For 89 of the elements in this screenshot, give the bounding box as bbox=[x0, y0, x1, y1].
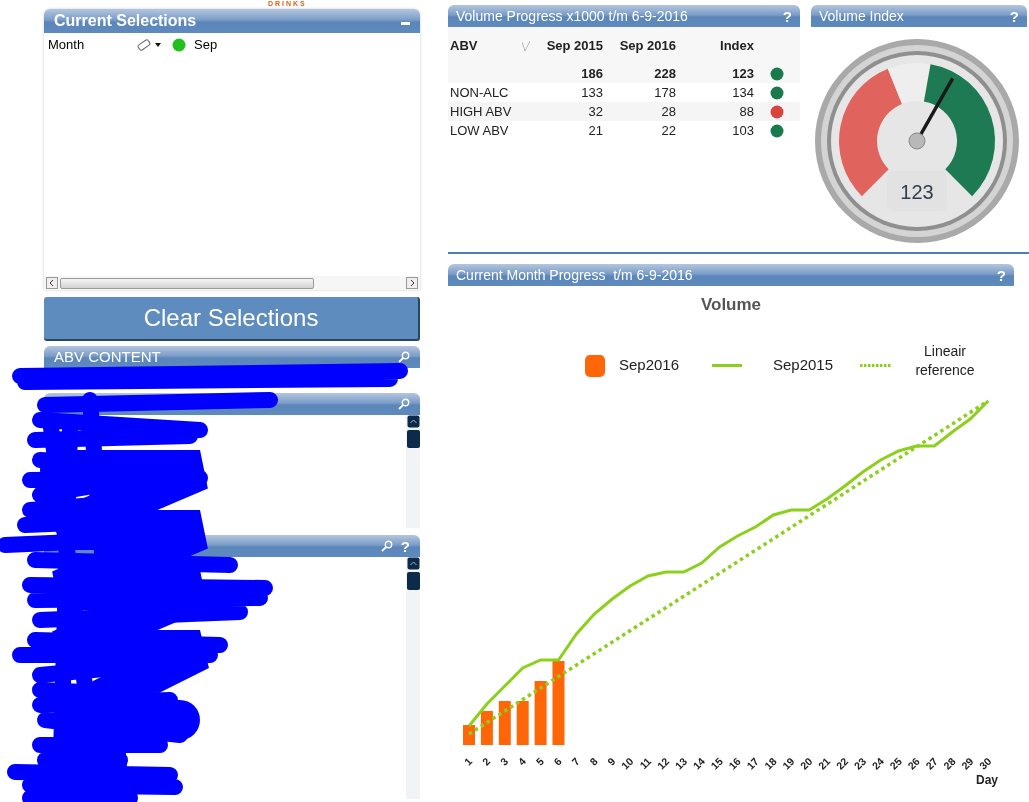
horizontal-scrollbar[interactable] bbox=[44, 276, 420, 290]
scroll-right-icon[interactable] bbox=[406, 277, 418, 289]
axis-label: 12 bbox=[654, 754, 672, 772]
axis-label: 15 bbox=[708, 754, 725, 772]
axis-label: 17 bbox=[744, 754, 761, 772]
table-cell-text: 22 bbox=[660, 121, 676, 140]
selection-value: Sep bbox=[194, 36, 218, 54]
help-button[interactable]: ? bbox=[996, 267, 1006, 283]
table-cell-text: NON-ALC bbox=[449, 83, 510, 102]
axis-label: 7 bbox=[569, 754, 582, 768]
axis-label: 22 bbox=[833, 754, 851, 772]
minimize-icon[interactable] bbox=[401, 21, 410, 25]
total-cell-text: 186 bbox=[580, 65, 603, 84]
scroll-thumb[interactable] bbox=[406, 430, 420, 448]
help-button[interactable]: ? bbox=[782, 8, 792, 24]
legend-label: Sep2015 bbox=[773, 356, 834, 373]
panel-title: Current Selections bbox=[54, 11, 197, 31]
axis-label: 5 bbox=[533, 754, 546, 768]
table-cell-text: 88 bbox=[738, 102, 754, 121]
column-header[interactable]: Sep 2015 bbox=[530, 36, 603, 56]
panel-title: Current Month Progress t/m 6-9-2016 bbox=[456, 265, 693, 285]
column-header[interactable]: Index bbox=[676, 36, 754, 56]
axis-label: 24 bbox=[869, 754, 887, 772]
search-icon[interactable] bbox=[398, 398, 410, 410]
axis-label: 28 bbox=[940, 754, 958, 772]
panel-title: Volume Index bbox=[819, 6, 904, 26]
eraser-icon[interactable] bbox=[136, 38, 162, 51]
bar bbox=[480, 711, 493, 745]
table-cell-text: 103 bbox=[731, 121, 754, 140]
axis-label: 26 bbox=[905, 754, 922, 772]
table-cell-text: 178 bbox=[653, 83, 676, 102]
scroll-thumb[interactable] bbox=[60, 277, 314, 289]
legend-dotted-line-icon bbox=[860, 364, 891, 367]
bar bbox=[463, 725, 475, 745]
table-cell-text: 133 bbox=[580, 83, 603, 102]
axis-label: 14 bbox=[690, 754, 708, 772]
axis-label: 8 bbox=[587, 754, 600, 768]
axis-label: 23 bbox=[851, 754, 869, 772]
axis-label: 3 bbox=[497, 754, 511, 768]
clear-selections-button[interactable]: Clear Selections bbox=[44, 297, 420, 341]
table-cell-text: 32 bbox=[587, 102, 603, 121]
axis-label: 29 bbox=[958, 754, 976, 772]
scroll-thumb[interactable] bbox=[406, 572, 420, 590]
axis-label: 18 bbox=[761, 754, 779, 772]
bar bbox=[534, 681, 547, 745]
search-icon[interactable] bbox=[398, 351, 410, 363]
axis-label: 21 bbox=[815, 754, 833, 772]
column-header[interactable]: Sep 2016 bbox=[603, 36, 676, 56]
axis-label: 10 bbox=[618, 754, 636, 772]
axis-label: 13 bbox=[672, 754, 690, 772]
axis-label: 2 bbox=[479, 754, 493, 768]
table-cell-text: 21 bbox=[587, 121, 603, 140]
axis-label: 25 bbox=[887, 754, 904, 772]
table-cell-text: HIGH ABV bbox=[449, 102, 513, 121]
axis-label: 16 bbox=[726, 754, 743, 772]
table-cell-text: 28 bbox=[660, 102, 676, 121]
panel-title: Volume Progress x1000 t/m 6-9-2016 bbox=[456, 6, 688, 26]
chart-title: Volume bbox=[700, 295, 762, 314]
scroll-left-icon[interactable] bbox=[46, 277, 58, 289]
help-button[interactable]: ? bbox=[400, 538, 410, 554]
axis-label: 30 bbox=[976, 754, 994, 772]
table-cell-text: 134 bbox=[731, 83, 754, 102]
legend-label: Sep2016 bbox=[619, 356, 680, 373]
axis-label: 11 bbox=[637, 754, 654, 772]
bar bbox=[516, 701, 529, 745]
scrollbar[interactable] bbox=[406, 557, 420, 799]
gauge-reading: 123 bbox=[900, 181, 934, 203]
total-cell-text: 228 bbox=[653, 65, 676, 84]
scrollbar[interactable] bbox=[406, 415, 420, 528]
axis-label: 1 bbox=[461, 754, 475, 768]
total-cell-text: 123 bbox=[731, 65, 754, 84]
scroll-up-icon[interactable] bbox=[406, 557, 420, 570]
table-cell-text: LOW ABV bbox=[449, 121, 510, 140]
legend-label: Lineair reference bbox=[915, 343, 975, 378]
help-button[interactable]: ? bbox=[1009, 8, 1019, 24]
axis-label: 4 bbox=[515, 754, 529, 768]
selection-field: Month bbox=[48, 35, 136, 55]
search-icon[interactable] bbox=[380, 540, 393, 552]
axis-label: 6 bbox=[551, 754, 564, 768]
panel-title: ABV CONTENT bbox=[54, 346, 161, 367]
bar bbox=[498, 701, 511, 745]
column-header[interactable]: ABV bbox=[448, 36, 522, 56]
axis-title: Day bbox=[976, 773, 998, 787]
axis-label: 19 bbox=[779, 754, 797, 772]
sort-icon bbox=[522, 40, 530, 52]
scroll-up-icon[interactable] bbox=[406, 415, 420, 428]
axis-label: 27 bbox=[923, 754, 940, 772]
axis-label: 9 bbox=[605, 754, 618, 768]
axis-label: 20 bbox=[797, 754, 815, 772]
